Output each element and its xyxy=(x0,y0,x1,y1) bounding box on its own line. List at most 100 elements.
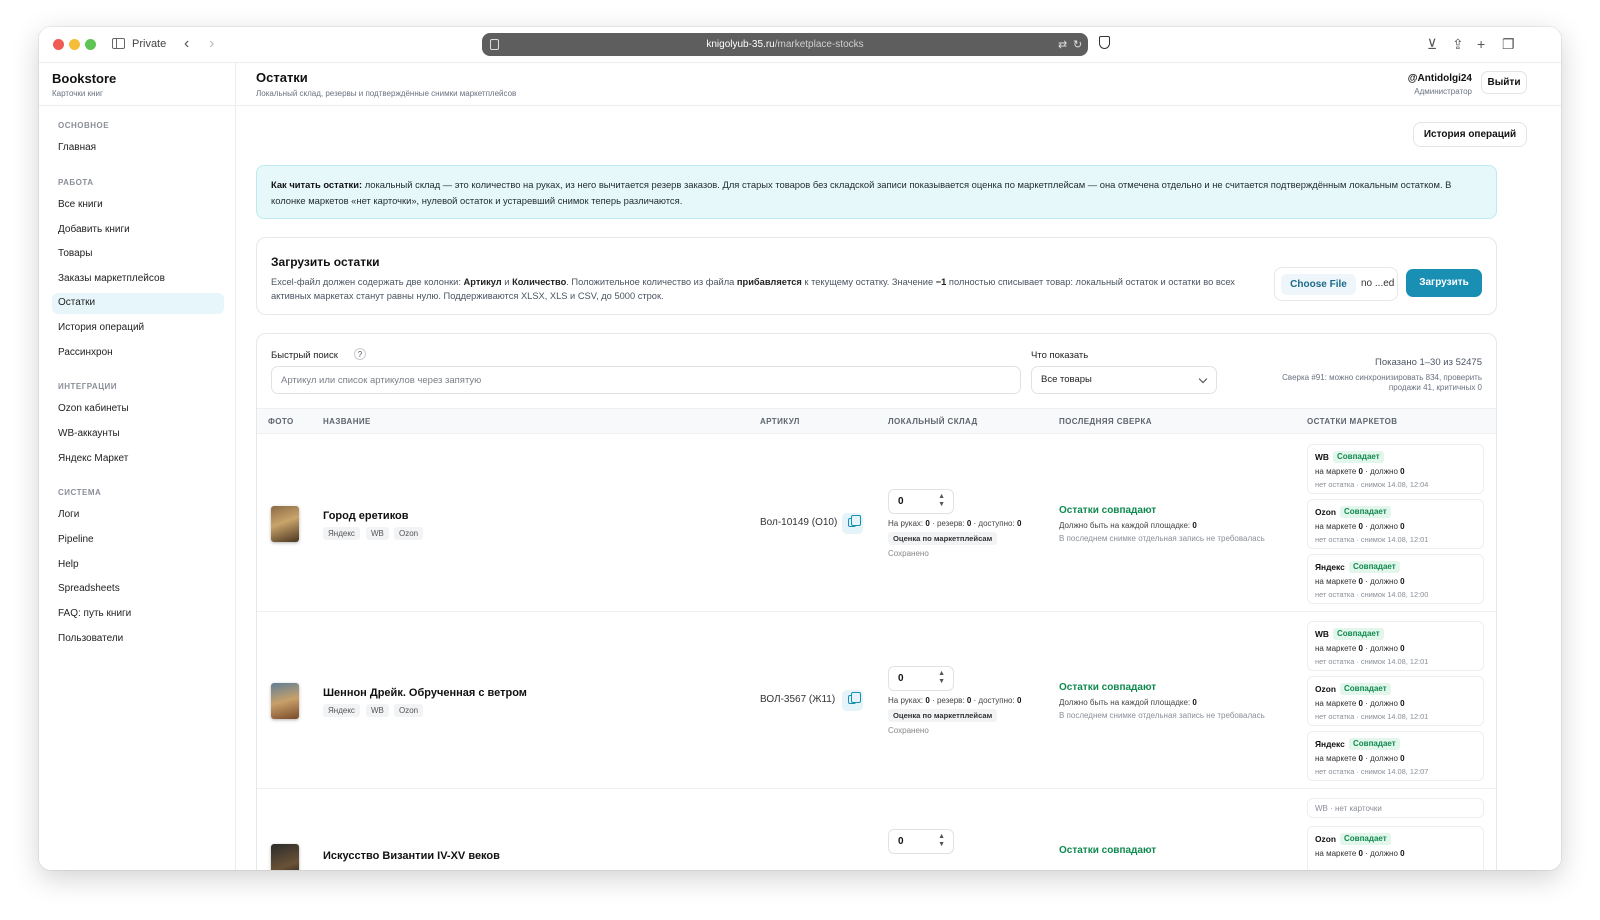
sidebar-toggle-icon[interactable] xyxy=(112,38,125,49)
brand-title: Bookstore xyxy=(52,71,117,86)
new-tab-icon[interactable]: + xyxy=(1477,35,1485,53)
url-text: knigolyub-35.ru/marketplace-stocks xyxy=(706,39,864,50)
sidebar-item-stocks[interactable]: Остатки xyxy=(52,293,224,314)
market-snapshot: нет остатка · снимок 14.08, 12:07 xyxy=(1315,767,1429,776)
table-row: Искусство Византии IV-XV веков 0 ▲ ▼ Оста… xyxy=(257,789,1496,870)
column-market-stocks: ОСТАТКИ МАРКЕТОВ xyxy=(1307,417,1398,426)
app-sidebar: Bookstore Карточки книг ОСНОВНОЕ Главная… xyxy=(39,63,236,870)
marketplace-tag: Ozon xyxy=(394,704,424,717)
quantity-value: 0 xyxy=(898,496,904,507)
copy-sku-button[interactable] xyxy=(842,513,863,534)
search-label: Быстрый поиск xyxy=(271,350,338,361)
market-name: Ozon xyxy=(1315,684,1336,694)
sidebar-item-home[interactable]: Главная xyxy=(52,138,224,159)
sidebar-section-basic: ОСНОВНОЕ xyxy=(58,121,110,130)
sidebar-item-pipeline[interactable]: Pipeline xyxy=(52,530,224,551)
sidebar-section-work: РАБОТА xyxy=(58,178,94,187)
quantity-stepper[interactable]: 0 ▲ ▼ xyxy=(888,666,954,691)
quantity-value: 0 xyxy=(898,673,904,684)
sidebar-item-operation-history[interactable]: История операций xyxy=(52,318,224,339)
maximize-window-button[interactable] xyxy=(85,39,96,50)
browser-titlebar: Private ‹ › knigolyub-35.ru/marketplace-… xyxy=(39,27,1561,63)
choose-file-button[interactable]: Choose File xyxy=(1281,274,1356,295)
file-input[interactable]: Choose File no ...ed xyxy=(1274,267,1398,301)
upload-title: Загрузить остатки xyxy=(271,255,380,269)
sidebar-item-add-books[interactable]: Добавить книги xyxy=(52,220,224,241)
search-input[interactable] xyxy=(271,366,1021,394)
table-row: Город еретиков Яндекс WB Ozon Вол-10149 … xyxy=(257,435,1496,612)
estimate-badge: Оценка по маркетплейсам xyxy=(888,532,998,545)
market-stock-wb: WB Совпадает на маркете 0 · должно 0 нет… xyxy=(1307,621,1484,671)
tab-overview-icon[interactable]: ❐ xyxy=(1502,35,1515,53)
divider xyxy=(39,105,235,106)
column-last-reconciliation: ПОСЛЕДНЯЯ СВЕРКА xyxy=(1059,417,1152,426)
market-stock-ozon: Ozon Совпадает на маркете 0 · должно 0 н… xyxy=(1307,499,1484,549)
sidebar-item-wb-accounts[interactable]: WB-аккаунты xyxy=(52,424,224,445)
book-title[interactable]: Искусство Византии IV-XV веков xyxy=(323,850,500,862)
marketplace-tag: Яндекс xyxy=(323,527,360,540)
brand-subtitle: Карточки книг xyxy=(52,89,103,98)
stepper-arrows-icon[interactable]: ▲ ▼ xyxy=(938,493,945,509)
market-line: на маркете 0 · должно 0 xyxy=(1315,699,1405,708)
sidebar-item-help[interactable]: Help xyxy=(52,555,224,576)
estimate-badge: Оценка по маркетплейсам xyxy=(888,709,998,722)
market-snapshot: нет остатка · снимок 14.08, 12:04 xyxy=(1315,480,1429,489)
filter-select[interactable]: Все товары xyxy=(1031,366,1217,394)
translate-icon[interactable]: ⇄ xyxy=(1058,38,1067,51)
download-icon[interactable]: ⊻ xyxy=(1427,35,1437,53)
page-title: Остатки xyxy=(256,70,308,85)
chevron-down-icon xyxy=(1198,374,1208,384)
sidebar-item-users[interactable]: Пользователи xyxy=(52,629,224,650)
privacy-shield-icon[interactable] xyxy=(1099,36,1110,49)
sidebar-item-faq[interactable]: FAQ: путь книги xyxy=(52,604,224,625)
recon-line: Должно быть на каждой площадке: 0 xyxy=(1059,698,1197,707)
sidebar-item-products[interactable]: Товары xyxy=(52,244,224,265)
market-stock-wb: WB Совпадает на маркете 0 · должно 0 нет… xyxy=(1307,444,1484,494)
market-status-badge: Совпадает xyxy=(1340,506,1391,518)
column-photo: ФОТО xyxy=(268,417,294,426)
marketplace-tag: WB xyxy=(366,704,389,717)
close-window-button[interactable] xyxy=(53,39,64,50)
reload-icon[interactable]: ↻ xyxy=(1073,38,1082,51)
book-title[interactable]: Город еретиков xyxy=(323,510,409,522)
operation-history-button[interactable]: История операций xyxy=(1413,122,1527,147)
market-name: Яндекс xyxy=(1315,562,1345,572)
market-stock-yandex: Яндекс Совпадает на маркете 0 · должно 0… xyxy=(1307,731,1484,781)
market-name: WB xyxy=(1315,452,1329,462)
share-icon[interactable]: ⇪ xyxy=(1452,35,1464,53)
quantity-stepper[interactable]: 0 ▲ ▼ xyxy=(888,489,954,514)
sidebar-item-spreadsheets[interactable]: Spreadsheets xyxy=(52,579,224,600)
book-title[interactable]: Шеннон Дрейк. Обрученная с ветром xyxy=(323,687,527,699)
market-name: Ozon xyxy=(1315,507,1336,517)
sidebar-item-marketplace-orders[interactable]: Заказы маркетплейсов xyxy=(52,269,224,290)
market-status-badge: Совпадает xyxy=(1349,738,1400,750)
sidebar-item-logs[interactable]: Логи xyxy=(52,505,224,526)
marketplace-tag: Ozon xyxy=(394,527,424,540)
address-bar[interactable]: knigolyub-35.ru/marketplace-stocks ⇄ ↻ xyxy=(482,33,1088,56)
shown-count: Показано 1–30 из 52475 xyxy=(1375,357,1482,368)
help-icon[interactable]: ? xyxy=(354,348,366,360)
logout-button[interactable]: Выйти xyxy=(1481,71,1527,94)
recon-line: Должно быть на каждой площадке: 0 xyxy=(1059,521,1197,530)
marketplace-tag: WB xyxy=(366,527,389,540)
sidebar-item-desync[interactable]: Рассинхрон xyxy=(52,343,224,364)
table-row: Шеннон Дрейк. Обрученная с ветром Яндекс… xyxy=(257,612,1496,789)
sidebar-item-ozon-accounts[interactable]: Ozon кабинеты xyxy=(52,399,224,420)
market-name: Яндекс xyxy=(1315,739,1345,749)
sidebar-item-yandex-market[interactable]: Яндекс Маркет xyxy=(52,449,224,470)
back-arrow-icon[interactable]: ‹ xyxy=(184,35,189,53)
minimize-window-button[interactable] xyxy=(69,39,80,50)
stepper-arrows-icon[interactable]: ▲ ▼ xyxy=(938,670,945,686)
upload-button[interactable]: Загрузить xyxy=(1406,269,1482,297)
stocks-table-card: Быстрый поиск ? Что показать Все товары … xyxy=(256,333,1497,870)
forward-arrow-icon[interactable]: › xyxy=(209,35,214,53)
recon-note: В последнем снимке отдельная запись не т… xyxy=(1059,534,1265,543)
market-snapshot: нет остатка · снимок 14.08, 12:01 xyxy=(1315,535,1429,544)
market-line: на маркете 0 · должно 0 xyxy=(1315,522,1405,531)
sidebar-item-all-books[interactable]: Все книги xyxy=(52,195,224,216)
stepper-arrows-icon[interactable]: ▲ ▼ xyxy=(938,833,945,849)
market-status-badge: Совпадает xyxy=(1333,628,1384,640)
saved-status: Сохранено xyxy=(888,726,929,735)
copy-sku-button[interactable] xyxy=(842,690,863,711)
quantity-stepper[interactable]: 0 ▲ ▼ xyxy=(888,829,954,854)
